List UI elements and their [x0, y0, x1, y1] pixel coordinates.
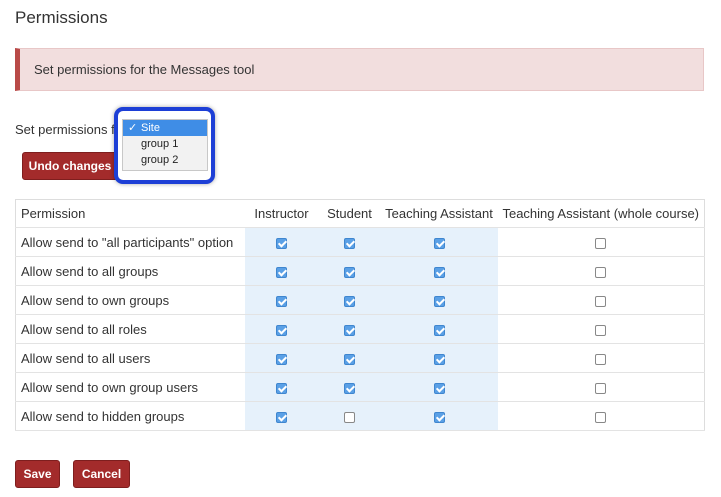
col-header-teaching-assistant: Teaching Assistant: [380, 199, 498, 228]
checkbox-cell: [497, 401, 705, 431]
permission-checkbox[interactable]: [595, 382, 607, 394]
dropdown-options: ✓ Site group 1 group 2: [122, 119, 208, 171]
col-header-instructor: Instructor: [244, 199, 319, 228]
option-group-1[interactable]: group 1: [123, 136, 207, 152]
permission-checkbox[interactable]: [276, 295, 287, 307]
permission-checkbox[interactable]: [433, 237, 445, 249]
permission-checkbox[interactable]: [433, 324, 445, 336]
permission-checkbox[interactable]: [276, 353, 287, 365]
permission-checkbox[interactable]: [276, 266, 287, 278]
checkbox-cell: [244, 343, 319, 373]
checkbox-cell: [318, 256, 381, 286]
checkbox-cell: [244, 285, 319, 315]
permission-checkbox[interactable]: [276, 382, 287, 394]
checkbox-cell: [497, 314, 705, 344]
option-label: Site: [141, 122, 160, 134]
undo-changes-button[interactable]: Undo changes: [22, 152, 118, 180]
permission-label: Allow send to all roles: [15, 314, 245, 344]
permission-checkbox[interactable]: [344, 324, 355, 336]
checkbox-cell: [244, 227, 319, 257]
table-row: Allow send to all roles: [15, 314, 705, 344]
permission-checkbox[interactable]: [344, 295, 355, 307]
permission-checkbox[interactable]: [595, 237, 607, 249]
checkbox-cell: [380, 372, 498, 402]
checkbox-cell: [497, 372, 705, 402]
option-label: group 2: [141, 154, 179, 166]
permission-checkbox[interactable]: [276, 237, 287, 249]
col-header-permission: Permission: [15, 199, 245, 228]
checkbox-cell: [380, 285, 498, 315]
checkbox-cell: [380, 227, 498, 257]
permission-checkbox[interactable]: [276, 411, 287, 423]
col-header-ta-whole-course: Teaching Assistant (whole course): [497, 199, 705, 228]
table-row: Allow send to all groups: [15, 256, 705, 286]
permission-label: Allow send to own groups: [15, 285, 245, 315]
table-row: Allow send to all users: [15, 343, 705, 373]
header-row: Permission Instructor Student Teaching A…: [15, 199, 705, 228]
permission-checkbox[interactable]: [433, 353, 445, 365]
checkbox-cell: [497, 227, 705, 257]
table-row: Allow send to own groups: [15, 285, 705, 315]
checkbox-cell: [244, 401, 319, 431]
checkbox-cell: [380, 343, 498, 373]
permission-checkbox[interactable]: [433, 382, 445, 394]
option-label: group 1: [141, 138, 179, 150]
permission-checkbox[interactable]: [276, 324, 287, 336]
site-group-dropdown[interactable]: ✓ Site group 1 group 2: [114, 107, 215, 184]
table-row: Allow send to own group users: [15, 372, 705, 402]
checkbox-cell: [380, 256, 498, 286]
permission-checkbox[interactable]: [595, 324, 607, 336]
checkbox-cell: [380, 314, 498, 344]
checkbox-cell: [244, 314, 319, 344]
checkbox-cell: [244, 372, 319, 402]
checkbox-cell: [318, 314, 381, 344]
table-row: Allow send to hidden groups: [15, 401, 705, 431]
option-site[interactable]: ✓ Site: [123, 120, 207, 136]
permission-checkbox[interactable]: [344, 382, 355, 394]
alert-text: Set permissions for the Messages tool: [34, 62, 255, 77]
checkbox-cell: [318, 227, 381, 257]
permission-label: Allow send to hidden groups: [15, 401, 245, 431]
permission-checkbox[interactable]: [344, 411, 355, 423]
checkmark-icon: ✓: [128, 122, 138, 134]
permission-label: Allow send to own group users: [15, 372, 245, 402]
checkbox-cell: [244, 256, 319, 286]
permission-checkbox[interactable]: [433, 295, 445, 307]
page-title: Permissions: [15, 8, 108, 27]
permission-checkbox[interactable]: [433, 411, 445, 423]
save-button[interactable]: Save: [15, 460, 60, 488]
checkbox-cell: [497, 343, 705, 373]
info-alert: Set permissions for the Messages tool: [15, 48, 704, 91]
checkbox-cell: [318, 372, 381, 402]
permission-checkbox[interactable]: [433, 266, 445, 278]
permission-checkbox[interactable]: [595, 411, 607, 423]
option-group-2[interactable]: group 2: [123, 152, 207, 168]
permission-label: Allow send to all groups: [15, 256, 245, 286]
set-permissions-label: Set permissions f: [15, 122, 115, 137]
permission-checkbox[interactable]: [344, 266, 355, 278]
col-header-student: Student: [318, 199, 381, 228]
permission-label: Allow send to "all participants" option: [15, 227, 245, 257]
permission-checkbox[interactable]: [595, 266, 607, 278]
permissions-table: Permission Instructor Student Teaching A…: [15, 199, 705, 431]
table-row: Allow send to "all participants" option: [15, 227, 705, 257]
permission-checkbox[interactable]: [595, 353, 607, 365]
checkbox-cell: [318, 401, 381, 431]
checkbox-cell: [318, 343, 381, 373]
checkbox-cell: [497, 285, 705, 315]
permission-label: Allow send to all users: [15, 343, 245, 373]
checkbox-cell: [318, 285, 381, 315]
checkbox-cell: [497, 256, 705, 286]
permission-checkbox[interactable]: [595, 295, 607, 307]
permission-checkbox[interactable]: [344, 237, 355, 249]
cancel-button[interactable]: Cancel: [73, 460, 130, 488]
permission-checkbox[interactable]: [344, 353, 355, 365]
checkbox-cell: [380, 401, 498, 431]
